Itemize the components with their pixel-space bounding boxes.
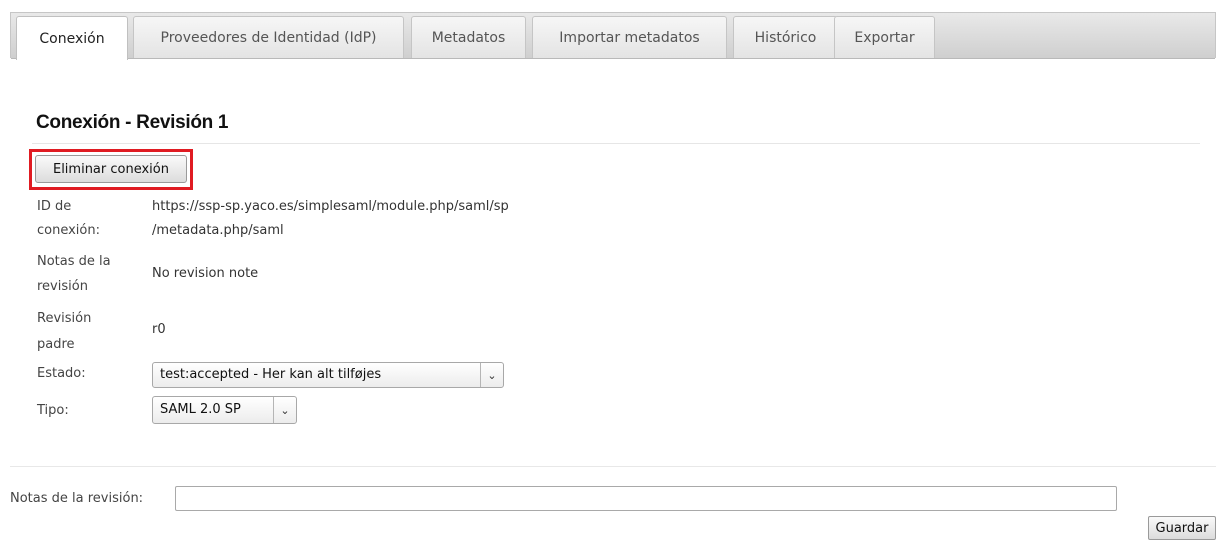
page-title: Conexión - Revisión 1 xyxy=(36,112,229,133)
revision-notes-value: No revision note xyxy=(152,266,259,281)
section-divider xyxy=(10,466,1216,467)
state-label: Estado: xyxy=(37,366,86,381)
tab-history[interactable]: Histórico xyxy=(733,16,838,58)
parent-revision-label-line1: Revisión xyxy=(37,311,92,326)
footer-notes-label: Notas de la revisión: xyxy=(10,491,144,506)
state-select[interactable]: test:accepted - Her kan alt tilføjes ⌄ xyxy=(152,362,504,388)
save-button[interactable]: Guardar xyxy=(1148,516,1216,540)
type-select[interactable]: SAML 2.0 SP ⌄ xyxy=(152,396,297,424)
revision-notes-input[interactable] xyxy=(175,486,1117,511)
type-select-value: SAML 2.0 SP xyxy=(160,402,241,417)
parent-revision-value: r0 xyxy=(152,322,166,337)
tab-import-metadata[interactable]: Importar metadatos xyxy=(532,16,727,58)
tab-identity-providers[interactable]: Proveedores de Identidad (IdP) xyxy=(133,16,404,58)
title-divider xyxy=(32,143,1200,144)
connection-id-label-line2: conexión: xyxy=(37,223,100,238)
delete-connection-button[interactable]: Eliminar conexión xyxy=(35,155,187,183)
tab-container: Conexión Proveedores de Identidad (IdP) … xyxy=(10,12,1216,60)
connection-id-value-line1: https://ssp-sp.yaco.es/simplesaml/module… xyxy=(152,199,509,214)
chevron-down-icon: ⌄ xyxy=(480,363,503,387)
type-label: Tipo: xyxy=(37,403,69,418)
tab-metadata[interactable]: Metadatos xyxy=(411,16,526,58)
state-select-value: test:accepted - Her kan alt tilføjes xyxy=(160,367,382,382)
chevron-down-icon: ⌄ xyxy=(273,397,296,423)
connection-id-value-line2: /metadata.php/saml xyxy=(152,223,284,238)
connection-id-label-line1: ID de xyxy=(37,199,72,214)
parent-revision-label-line2: padre xyxy=(37,337,75,352)
tab-export[interactable]: Exportar xyxy=(834,16,935,58)
revision-notes-label-line1: Notas de la xyxy=(37,254,111,269)
revision-notes-label-line2: revisión xyxy=(37,279,88,294)
tab-conexion[interactable]: Conexión xyxy=(16,16,128,60)
